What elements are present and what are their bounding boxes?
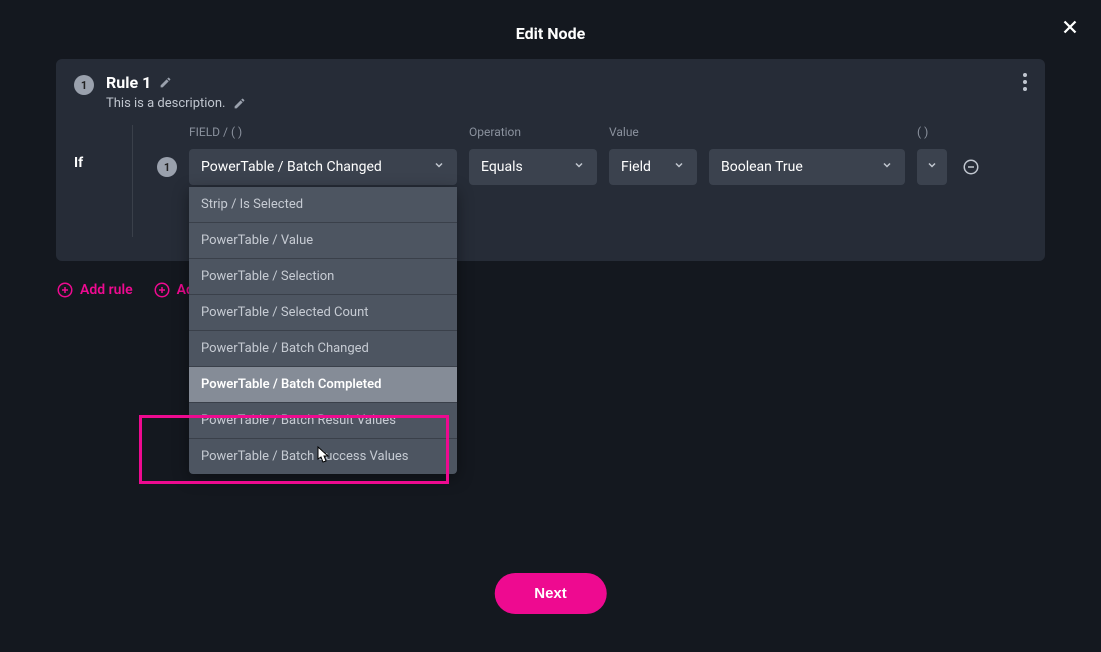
plus-circle-icon [56,281,74,299]
chevron-down-icon [433,159,445,175]
kebab-icon [1023,73,1027,91]
if-label: If [74,125,132,171]
remove-condition-button[interactable] [959,155,983,179]
dropdown-item[interactable]: PowerTable / Batch Success Values [189,439,457,474]
dropdown-item[interactable]: PowerTable / Value [189,223,457,259]
rule-number-badge: 1 [74,75,94,95]
value-type-select[interactable]: Field [609,149,697,185]
field-label: FIELD / ( ) [189,125,457,139]
value-type-select-value: Field [621,159,651,175]
dropdown-item[interactable]: PowerTable / Selected Count [189,295,457,331]
dropdown-item[interactable]: Strip / Is Selected [189,187,457,223]
rule-description: This is a description. [106,96,225,111]
pencil-icon [159,76,172,89]
value-select-value: Boolean True [721,159,803,175]
chevron-down-icon [673,159,685,175]
field-select[interactable]: PowerTable / Batch Changed [189,149,457,185]
rule-menu-button[interactable] [1023,73,1027,91]
dropdown-item[interactable]: PowerTable / Batch Changed [189,331,457,367]
operation-select[interactable]: Equals [469,149,597,185]
modal-title: Edit Node [0,24,1101,43]
condition-number-badge: 1 [157,157,177,177]
dropdown-item[interactable]: PowerTable / Selection [189,259,457,295]
plus-circle-icon [153,281,171,299]
add-rule-label: Add rule [80,282,133,298]
field-select-value: PowerTable / Batch Changed [201,159,382,175]
field-dropdown: Strip / Is Selected PowerTable / Value P… [189,187,457,474]
value-label: Value [609,125,697,139]
edit-title-button[interactable] [159,76,172,89]
edit-description-button[interactable] [233,97,246,110]
operation-label: Operation [469,125,597,139]
next-button[interactable]: Next [494,573,607,614]
dropdown-item[interactable]: PowerTable / Batch Result Values [189,403,457,439]
close-button[interactable] [1059,16,1083,40]
rule-title: Rule 1 [106,73,151,92]
value-select[interactable]: Boolean True [709,149,905,185]
chevron-down-icon [926,159,938,175]
remove-icon [962,158,980,176]
paren-select[interactable] [917,149,947,185]
add-rule-button[interactable]: Add rule [56,281,133,299]
rule-card: 1 Rule 1 This is a description. [56,59,1045,261]
chevron-down-icon [573,159,585,175]
pencil-icon [233,97,246,110]
chevron-down-icon [881,159,893,175]
close-icon [1059,16,1081,38]
paren-label: ( ) [917,125,945,139]
dropdown-item-highlighted[interactable]: PowerTable / Batch Completed [189,367,457,403]
operation-select-value: Equals [481,159,523,175]
